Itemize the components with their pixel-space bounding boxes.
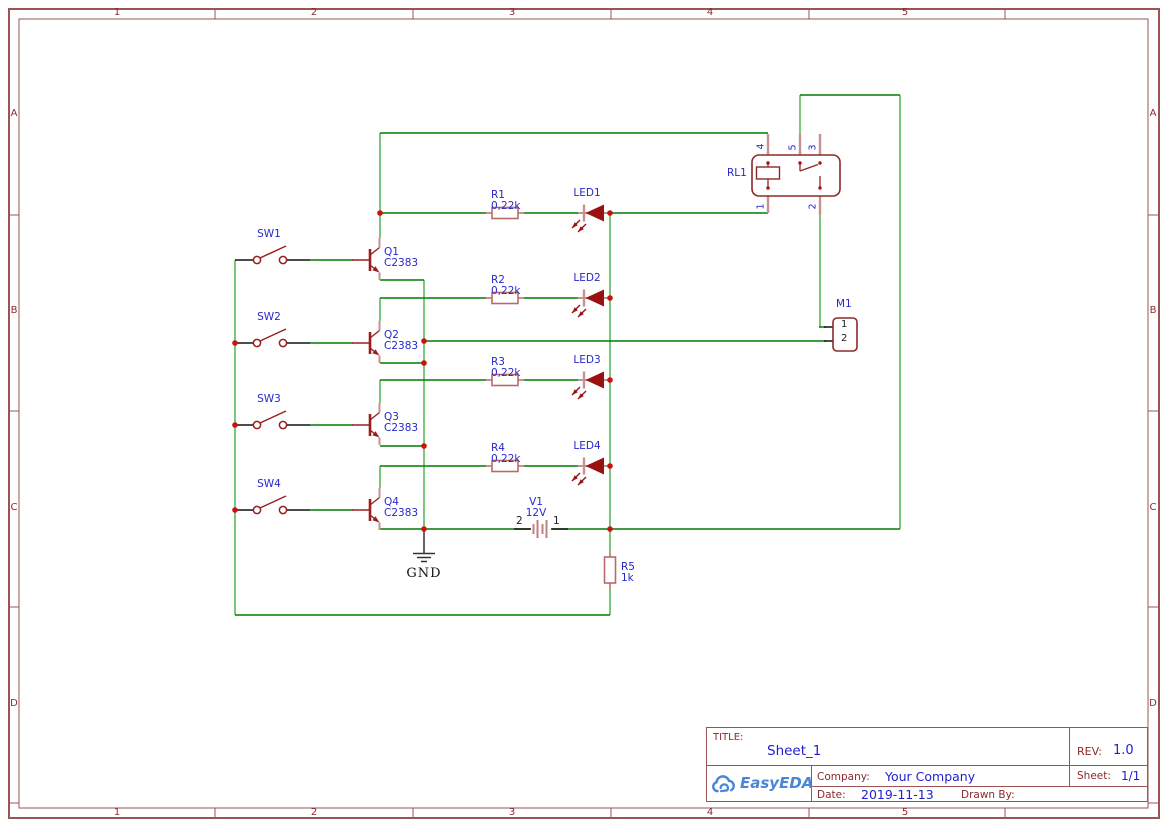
ruler-col-1: 1 (113, 7, 121, 18)
led2-symbol[interactable] (570, 288, 612, 319)
title-block-divider-rev (1069, 728, 1070, 786)
date-value[interactable]: 2019-11-13 (861, 787, 934, 802)
led3-symbol[interactable] (570, 370, 612, 401)
q3-value-label[interactable]: C2383 (384, 422, 418, 434)
sheet-frame (8, 8, 1160, 819)
v1-pin1-number: 1 (553, 515, 560, 527)
switch-sw3-symbol[interactable] (252, 410, 288, 430)
rl1-pin5-number: 5 (787, 144, 799, 151)
v1-pin2-number: 2 (516, 515, 523, 527)
company-label: Company: (817, 771, 870, 783)
rl1-label[interactable]: RL1 (727, 167, 747, 179)
ground-symbol[interactable] (413, 529, 435, 563)
transistor-q3-symbol[interactable] (350, 401, 381, 447)
rl1-pin3-number: 3 (807, 144, 819, 151)
ruler-col-4: 4 (706, 7, 714, 18)
led2-label[interactable]: LED2 (564, 272, 610, 284)
switch-sw4-symbol[interactable] (252, 495, 288, 515)
sheet-label: Sheet: (1077, 770, 1111, 782)
r1-value-label[interactable]: 0,22k (491, 200, 520, 212)
drawn-by-label: Drawn By: (961, 789, 1015, 801)
ruler-col-1b: 1 (113, 807, 121, 818)
ruler-col-3: 3 (508, 7, 516, 18)
ruler-row-b2: B (1149, 305, 1157, 316)
led1-label[interactable]: LED1 (564, 187, 610, 199)
gnd-label[interactable]: GND (401, 566, 447, 581)
sw1-label[interactable]: SW1 (246, 228, 292, 240)
switch-sw1-symbol[interactable] (252, 245, 288, 265)
ruler-row-c: C (10, 502, 18, 513)
q4-value-label[interactable]: C2383 (384, 507, 418, 519)
transistor-q1-symbol[interactable] (350, 236, 381, 282)
sheet-title[interactable]: Sheet_1 (767, 743, 821, 759)
m1-pin1-number: 1 (841, 319, 848, 330)
ruler-row-b: B (10, 305, 18, 316)
ruler-col-4b: 4 (706, 807, 714, 818)
date-label: Date: (817, 789, 846, 801)
r4-value-label[interactable]: 0,22k (491, 453, 520, 465)
ruler-row-d: D (10, 698, 18, 709)
sheet-value[interactable]: 1/1 (1121, 769, 1140, 783)
rev-label: REV: (1077, 745, 1102, 758)
ruler-row-a: A (10, 108, 18, 119)
rl1-pin4-number: 4 (755, 143, 767, 150)
led4-symbol[interactable] (570, 456, 612, 487)
ruler-row-c2: C (1149, 502, 1157, 513)
led1-symbol[interactable] (570, 203, 612, 234)
ruler-col-2: 2 (310, 7, 318, 18)
m1-pin2-number: 2 (841, 333, 848, 344)
ruler-col-2b: 2 (310, 807, 318, 818)
title-label: TITLE: (713, 732, 744, 743)
switch-sw2-symbol[interactable] (252, 328, 288, 348)
rl1-pin1-number: 1 (755, 203, 767, 210)
title-block[interactable]: TITLE: Sheet_1 REV: 1.0 Company: Your Co… (706, 727, 1148, 802)
company-value[interactable]: Your Company (885, 769, 975, 784)
resistor-r5-symbol[interactable] (603, 550, 617, 590)
schematic-drawing (8, 8, 1160, 819)
q2-value-label[interactable]: C2383 (384, 340, 418, 352)
rev-value[interactable]: 1.0 (1113, 743, 1134, 758)
easyeda-logo: EasyEDA (711, 772, 814, 800)
ruler-row-d2: D (1149, 698, 1157, 709)
easyeda-cloud-icon (712, 775, 735, 793)
title-block-divider-h1 (707, 765, 1147, 766)
ruler-col-5b: 5 (901, 807, 909, 818)
ruler-col-3b: 3 (508, 807, 516, 818)
r3-value-label[interactable]: 0,22k (491, 367, 520, 379)
easyeda-logo-text: EasyEDA (740, 774, 814, 792)
r2-value-label[interactable]: 0,22k (491, 285, 520, 297)
led3-label[interactable]: LED3 (564, 354, 610, 366)
transistor-q2-symbol[interactable] (350, 319, 381, 365)
schematic-canvas[interactable]: 1 2 3 4 5 1 2 3 4 5 A B C D A B C D SW1 … (0, 0, 1169, 827)
sw2-label[interactable]: SW2 (246, 311, 292, 323)
led4-label[interactable]: LED4 (564, 440, 610, 452)
r5-value-label[interactable]: 1k (621, 572, 634, 584)
ruler-col-5: 5 (901, 7, 909, 18)
sw4-label[interactable]: SW4 (246, 478, 292, 490)
rl1-pin2-number: 2 (807, 203, 819, 210)
transistor-q4-symbol[interactable] (350, 486, 381, 532)
sw3-label[interactable]: SW3 (246, 393, 292, 405)
m1-label[interactable]: M1 (836, 298, 852, 310)
ruler-row-a2: A (1149, 108, 1157, 119)
q1-value-label[interactable]: C2383 (384, 257, 418, 269)
